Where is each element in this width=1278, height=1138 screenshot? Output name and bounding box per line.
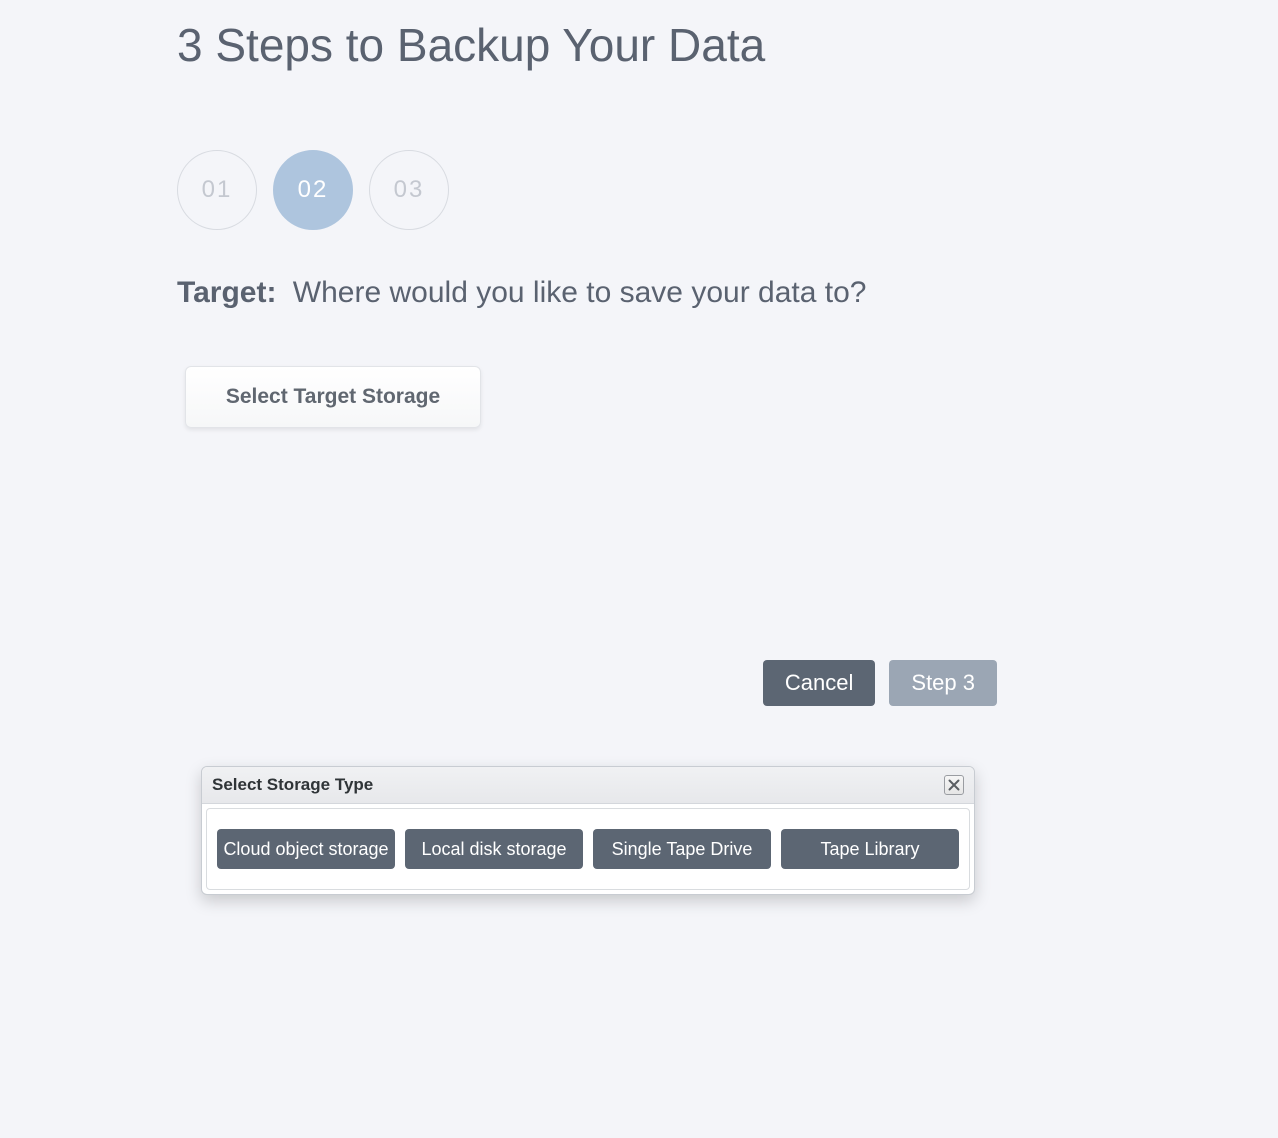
dialog-title: Select Storage Type	[212, 775, 373, 795]
page-title: 3 Steps to Backup Your Data	[177, 18, 997, 72]
select-target-storage-button[interactable]: Select Target Storage	[185, 366, 481, 428]
dialog-close-button[interactable]	[944, 775, 964, 795]
step-circle-02[interactable]: 02	[273, 150, 353, 230]
storage-option-single-tape[interactable]: Single Tape Drive	[593, 829, 771, 869]
nav-row: Cancel Step 3	[177, 660, 997, 706]
storage-option-cloud[interactable]: Cloud object storage	[217, 829, 395, 869]
step-indicator-row: 01 02 03	[177, 150, 997, 230]
select-storage-type-dialog: Select Storage Type Cloud object storage…	[201, 766, 975, 895]
dialog-header: Select Storage Type	[202, 767, 974, 804]
next-step-button[interactable]: Step 3	[889, 660, 997, 706]
close-icon	[948, 779, 960, 791]
cancel-button[interactable]: Cancel	[763, 660, 875, 706]
storage-options-row: Cloud object storage Local disk storage …	[206, 808, 970, 890]
question-text: Where would you like to save your data t…	[293, 276, 867, 309]
question-row: Target: Where would you like to save you…	[177, 276, 997, 310]
question-label: Target:	[177, 276, 276, 309]
step-circle-01[interactable]: 01	[177, 150, 257, 230]
storage-option-local-disk[interactable]: Local disk storage	[405, 829, 583, 869]
storage-option-tape-library[interactable]: Tape Library	[781, 829, 959, 869]
step-circle-03[interactable]: 03	[369, 150, 449, 230]
